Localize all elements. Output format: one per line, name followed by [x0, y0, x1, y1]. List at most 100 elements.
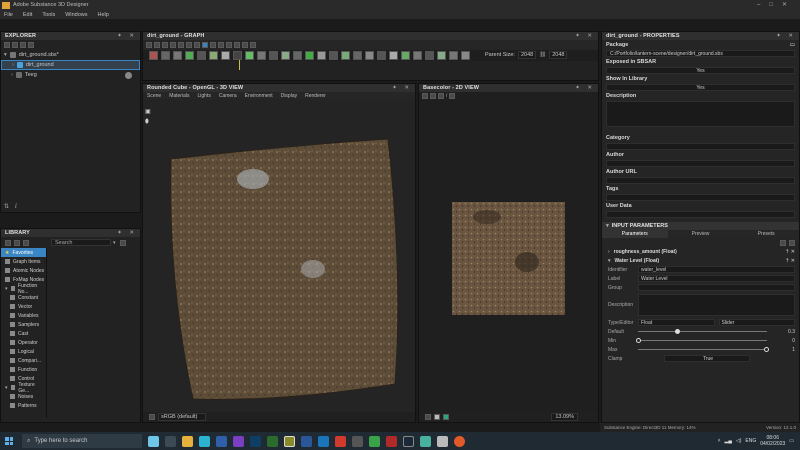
graph-node[interactable] [329, 51, 338, 60]
library-category[interactable]: ▾ Function No... [1, 283, 46, 295]
2d-texture-preview[interactable] [452, 202, 565, 315]
app-icon[interactable] [318, 435, 329, 447]
view2d-bottom-icon[interactable] [443, 414, 449, 420]
graph-tool-icon[interactable] [186, 42, 192, 48]
menu-file[interactable]: File [4, 12, 13, 18]
menu-windows[interactable]: Windows [65, 12, 87, 18]
graph-node[interactable] [365, 51, 374, 60]
link-icon[interactable]: ⛓ [539, 52, 546, 58]
description2-field[interactable] [638, 294, 795, 316]
xbox-icon[interactable] [369, 435, 380, 447]
graph-node[interactable] [305, 51, 314, 60]
graph-node[interactable] [461, 51, 470, 60]
save-icon[interactable] [20, 42, 26, 48]
min-slider[interactable] [636, 338, 767, 343]
graph-tool-icon[interactable] [162, 42, 168, 48]
library-settings-icon[interactable] [23, 239, 29, 246]
mail-icon[interactable] [216, 435, 227, 447]
view3d-menu-display[interactable]: Display [281, 93, 297, 99]
graph-node[interactable] [257, 51, 266, 60]
default-slider[interactable] [638, 329, 767, 334]
pin-icon[interactable]: ✦ ✕ [117, 230, 137, 236]
graph-node[interactable] [185, 51, 194, 60]
tree-item-package[interactable]: ▾ dirt_ground.sbs* [1, 50, 140, 60]
editor-select[interactable]: Slider [718, 319, 795, 326]
pin-icon[interactable]: ✦ ✕ [117, 33, 137, 39]
max-slider[interactable] [638, 347, 769, 352]
graph-node[interactable] [449, 51, 458, 60]
app-icon[interactable] [437, 435, 448, 447]
library-category[interactable]: Logical [1, 347, 46, 356]
library-category-favorites[interactable]: ★ Favorites [1, 248, 46, 257]
file-explorer-icon[interactable] [182, 435, 193, 447]
word-icon[interactable] [301, 435, 312, 447]
identifier-field[interactable]: water_level [638, 266, 795, 273]
info-icon[interactable] [125, 71, 132, 79]
user-data-field[interactable] [606, 211, 795, 218]
library-category[interactable]: Graph Items [1, 257, 46, 266]
graph-node[interactable] [401, 51, 410, 60]
description-field[interactable] [606, 101, 795, 127]
library-category[interactable]: Function [1, 365, 46, 374]
library-category[interactable]: ▾ Texture Ge... [1, 382, 46, 394]
library-category[interactable]: Compari... [1, 356, 46, 365]
clamp-toggle[interactable]: True [664, 355, 750, 362]
slider-knob[interactable] [674, 329, 680, 334]
tab-presets[interactable]: Presets [733, 230, 799, 238]
view2d-info-icon[interactable]: i [446, 93, 447, 99]
view2d-tool-icon[interactable] [422, 93, 428, 99]
graph-node[interactable] [425, 51, 434, 60]
graph-node[interactable] [221, 51, 230, 60]
pin-icon[interactable]: ✦ ✕ [575, 85, 595, 91]
filter-icon[interactable]: ⇅ [4, 203, 9, 210]
param-options-icon[interactable] [789, 240, 795, 246]
param-water-level[interactable]: ▾ Water Level (Float) ⇡ ✕ [602, 256, 799, 265]
library-filter-icon[interactable] [14, 239, 20, 246]
notifications-icon[interactable]: ▭ [789, 438, 794, 444]
zoom-level[interactable]: 13.09% [551, 413, 578, 421]
view2d-tool-icon[interactable] [438, 93, 444, 99]
graph-tool-icon[interactable] [178, 42, 184, 48]
chrome-icon[interactable] [454, 435, 465, 447]
tray-chevron-icon[interactable]: ˄ [718, 438, 721, 444]
view2d-bottom-icon[interactable] [425, 414, 431, 420]
param-actions-icon[interactable]: ⇡ ✕ [785, 249, 795, 255]
cortana-icon[interactable] [148, 435, 159, 447]
label-field[interactable]: Water Level [638, 275, 795, 282]
graph-node[interactable] [317, 51, 326, 60]
menu-tools[interactable]: Tools [42, 12, 55, 18]
view2d-bottom-icon[interactable] [434, 414, 440, 420]
graph-tool-icon[interactable] [234, 42, 240, 48]
pin-icon[interactable]: ✦ ✕ [575, 33, 595, 39]
package-path-field[interactable]: C:/Portfolio/lantern-scene/designer/dirt… [606, 50, 795, 57]
steam-icon[interactable] [403, 435, 414, 447]
exposed-value[interactable]: Yes [606, 67, 795, 74]
menu-edit[interactable]: Edit [23, 12, 32, 18]
premiere-icon[interactable] [233, 435, 244, 447]
volume-icon[interactable]: ◁) [736, 438, 742, 444]
library-search-input[interactable]: Search [51, 239, 111, 246]
graph-node[interactable] [149, 51, 158, 60]
graph-node[interactable] [161, 51, 170, 60]
group-field[interactable] [638, 284, 795, 291]
min-value[interactable]: 0 [785, 338, 795, 344]
3d-preview-mesh[interactable] [163, 134, 403, 404]
tab-parameters[interactable]: Parameters [602, 230, 668, 238]
tab-preview[interactable]: Preview [668, 230, 734, 238]
add-parameter-icon[interactable] [780, 240, 786, 246]
graph-tool-icon[interactable] [154, 42, 160, 48]
folder-icon[interactable]: ▭ [790, 42, 795, 48]
graph-node[interactable] [197, 51, 206, 60]
slider-knob[interactable] [764, 347, 769, 352]
window-controls[interactable]: –□✕ [757, 1, 796, 8]
graph-node[interactable] [353, 51, 362, 60]
start-button[interactable] [0, 432, 18, 450]
max-value[interactable]: 1 [785, 347, 795, 353]
menu-help[interactable]: Help [98, 12, 109, 18]
app-icon[interactable] [352, 435, 363, 447]
category-field[interactable] [606, 143, 795, 150]
show-library-value[interactable]: Yes [606, 84, 795, 91]
graph-node[interactable] [209, 51, 218, 60]
graph-canvas[interactable]: Parent Size: 2048 ⛓ 2048 [143, 50, 598, 70]
view3d-menu-materials[interactable]: Materials [169, 93, 189, 99]
